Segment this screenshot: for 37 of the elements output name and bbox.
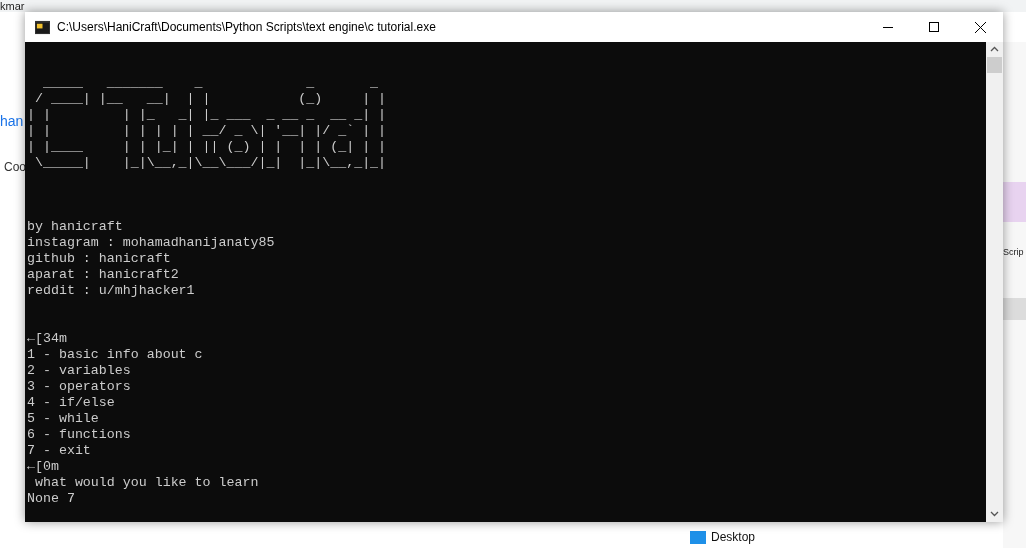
scrollbar[interactable]	[986, 42, 1003, 522]
credit-line: github : hanicraft	[27, 251, 172, 267]
scroll-up-icon[interactable]	[990, 46, 999, 52]
credit-line: reddit : u/mhjhacker1	[27, 283, 196, 299]
scroll-down-icon[interactable]	[990, 511, 999, 517]
menu-option-line: 6 - functions	[27, 427, 132, 443]
folder-item[interactable]: Desktop	[711, 530, 756, 544]
scrollbar-thumb[interactable]	[987, 57, 1002, 73]
menu-option-line: 3 - operators	[27, 379, 132, 395]
menu-option-line: 2 - variables	[27, 363, 132, 379]
window-title: C:\Users\HaniCraft\Documents\Python Scripts\text engine\c tutorial.exe	[57, 19, 436, 36]
banner-art-line: | |____ | | |_| | || (_) | | | | (_| | |	[27, 139, 388, 155]
menu-option-line: 4 - if/else	[27, 395, 116, 411]
row-highlight	[1003, 298, 1026, 320]
folder-text: Scrip	[1003, 246, 1024, 258]
credit-line: by hanicraft	[27, 219, 124, 235]
menu-option-line: 5 - while	[27, 411, 100, 427]
escape-code-line: ←[34m	[27, 331, 68, 347]
input-line: None 7	[27, 491, 76, 507]
banner-art-line: _____ _______ _ _ _	[41, 75, 380, 91]
banner-art-line: / ____| |__ __| | | (_) | |	[33, 91, 388, 107]
credit-line: aparat : hanicraft2	[27, 267, 180, 283]
close-icon	[974, 21, 986, 33]
console-icon	[35, 19, 50, 35]
escape-code-line: ←[0m	[27, 459, 60, 475]
bookmark-text: kmar	[0, 0, 25, 12]
banner-art-line: | | | |_ _| |_ ___ _ __ _ __ _| |	[27, 107, 388, 123]
folder-icon	[690, 530, 706, 544]
banner-art-line: | | | | | | | __/ _ \| '__| |/ _` | |	[27, 123, 388, 139]
menu-option-line: 1 - basic info about c	[27, 347, 204, 363]
credit-line: instagram : mohamadhanijanaty85	[27, 235, 276, 251]
tab-text: Coo	[4, 160, 25, 174]
prompt-line: what would you like to learn	[33, 475, 260, 491]
menu-option-line: 7 - exit	[27, 443, 92, 459]
maximize-icon	[929, 22, 939, 32]
page-heading-text: han	[0, 112, 25, 130]
banner-art-line: \_____| |_|\__,_|\__\___/|_| |_|\__,_|_|	[33, 155, 388, 171]
